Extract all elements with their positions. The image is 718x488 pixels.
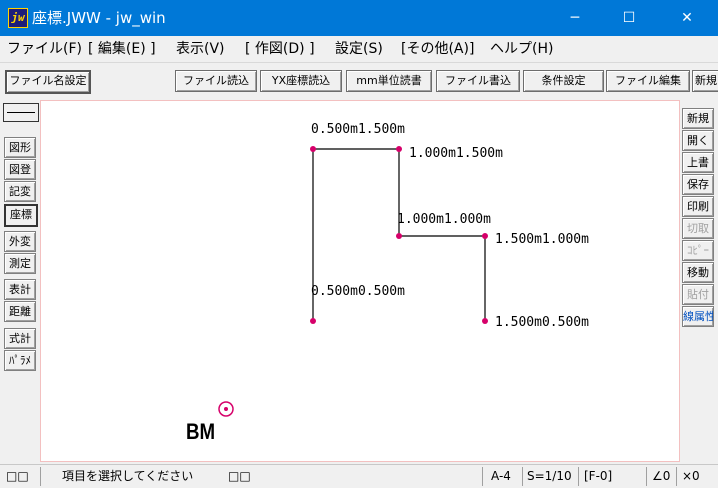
- tool-move[interactable]: 移動: [682, 262, 714, 283]
- coord-label: 1.500m0.500m: [495, 315, 589, 330]
- status-separator: [646, 467, 647, 486]
- point-marker: [310, 146, 316, 152]
- right-tool-panel: 新規 開く 上書 保存 印刷 切取 ｺﾋﾟｰ 移動 貼付 線属性: [680, 100, 716, 462]
- point-marker: [396, 146, 402, 152]
- menu-view[interactable]: 表示(V): [176, 40, 225, 58]
- bm-label: BM: [186, 421, 215, 445]
- tool-paste[interactable]: 貼付: [682, 284, 714, 305]
- coord-label: 0.500m0.500m: [311, 284, 405, 299]
- status-separator: [522, 467, 523, 486]
- close-button[interactable]: ✕: [664, 0, 710, 36]
- tool-open[interactable]: 開く: [682, 130, 714, 151]
- status-paper-size[interactable]: A-4: [491, 468, 511, 485]
- menu-draw[interactable]: [ 作図(D) ]: [245, 40, 315, 58]
- title-bar: jw 座標.JWW - jw_win ─ ☐ ✕: [0, 0, 718, 36]
- toolbar: ファイル名設定 ファイル読込 YX座標読込 mm単位読書 ファイル書込 条件設定…: [0, 62, 718, 99]
- status-angle[interactable]: ∠0: [652, 468, 670, 485]
- tool-line-attributes[interactable]: 線属性: [682, 306, 714, 327]
- menu-settings[interactable]: 設定(S): [335, 40, 383, 58]
- bm-dot: [224, 407, 228, 411]
- mm-unit-readwrite-button[interactable]: mm単位読書: [346, 70, 432, 92]
- menu-help[interactable]: ヘルプ(H): [490, 40, 553, 58]
- bm-symbol: [218, 401, 234, 417]
- line-sample: [7, 112, 35, 113]
- window-title: 座標.JWW - jw_win: [32, 9, 166, 27]
- left-tool-panel: 図形 図登 記変 座標 外変 測定 表計 距離 式計 ﾊﾟﾗﾒ: [2, 100, 39, 462]
- app-icon: jw: [8, 8, 28, 28]
- coord-label: 0.500m1.500m: [311, 122, 405, 137]
- menu-other[interactable]: [その他(A)]: [401, 40, 474, 58]
- menu-edit[interactable]: [ 編集(E) ]: [88, 40, 156, 58]
- status-zoom[interactable]: ×0: [682, 468, 700, 485]
- status-separator: [482, 467, 483, 486]
- tool-save[interactable]: 保存: [682, 174, 714, 195]
- file-edit-button[interactable]: ファイル編集: [606, 70, 690, 92]
- status-scale[interactable]: S=1/10: [527, 468, 572, 485]
- tool-parame[interactable]: ﾊﾟﾗﾒ: [4, 350, 36, 371]
- file-write-button[interactable]: ファイル書込: [436, 70, 520, 92]
- status-separator: [40, 467, 41, 486]
- tool-gaihen[interactable]: 外変: [4, 231, 36, 252]
- drawing-svg: 0.500m1.500m 1.000m1.500m 1.000m1.000m 1…: [186, 122, 589, 445]
- tool-zahyou[interactable]: 座標: [4, 204, 38, 227]
- tool-kyori[interactable]: 距離: [4, 301, 36, 322]
- status-separator: [578, 467, 579, 486]
- file-read-button[interactable]: ファイル読込: [175, 70, 257, 92]
- tool-sokutei[interactable]: 測定: [4, 253, 36, 274]
- status-separator: [676, 467, 677, 486]
- tool-kihen[interactable]: 記変: [4, 181, 36, 202]
- status-mid-boxes: □□: [228, 469, 251, 483]
- coord-label: 1.500m1.000m: [495, 232, 589, 247]
- drawing-canvas[interactable]: 0.500m1.500m 1.000m1.500m 1.000m1.000m 1…: [40, 100, 680, 462]
- menu-file[interactable]: ファイル(F): [7, 40, 82, 58]
- file-name-settings-button[interactable]: ファイル名設定: [5, 70, 91, 94]
- new-button-partial[interactable]: 新規: [692, 70, 718, 92]
- maximize-button[interactable]: ☐: [606, 0, 652, 36]
- line-type-selector[interactable]: [3, 103, 39, 122]
- coord-label: 1.000m1.500m: [409, 146, 503, 161]
- point-marker: [396, 233, 402, 239]
- status-bar: □□ 項目を選択してください □□ A-4 S=1/10 [F-0] ∠0 ×0: [0, 464, 718, 488]
- tool-new[interactable]: 新規: [682, 108, 714, 129]
- coord-label: 1.000m1.000m: [397, 212, 491, 227]
- point-marker: [482, 318, 488, 324]
- menu-bar: ファイル(F) [ 編集(E) ] 表示(V) [ 作図(D) ] 設定(S) …: [0, 36, 718, 62]
- tool-overwrite[interactable]: 上書: [682, 152, 714, 173]
- yx-coord-read-button[interactable]: YX座標読込: [260, 70, 342, 92]
- status-layer[interactable]: [F-0]: [584, 468, 612, 485]
- minimize-button[interactable]: ─: [552, 0, 598, 36]
- status-message: 項目を選択してください: [62, 469, 194, 483]
- tool-shikikei[interactable]: 式計: [4, 328, 36, 349]
- point-marker: [482, 233, 488, 239]
- tool-zukei[interactable]: 図形: [4, 137, 36, 158]
- tool-hyoukei[interactable]: 表計: [4, 279, 36, 300]
- tool-zutou[interactable]: 図登: [4, 159, 36, 180]
- tool-print[interactable]: 印刷: [682, 196, 714, 217]
- tool-copy[interactable]: ｺﾋﾟｰ: [682, 240, 714, 261]
- point-marker: [310, 318, 316, 324]
- tool-cut[interactable]: 切取: [682, 218, 714, 239]
- status-left-boxes: □□: [6, 469, 29, 483]
- condition-settings-button[interactable]: 条件設定: [523, 70, 604, 92]
